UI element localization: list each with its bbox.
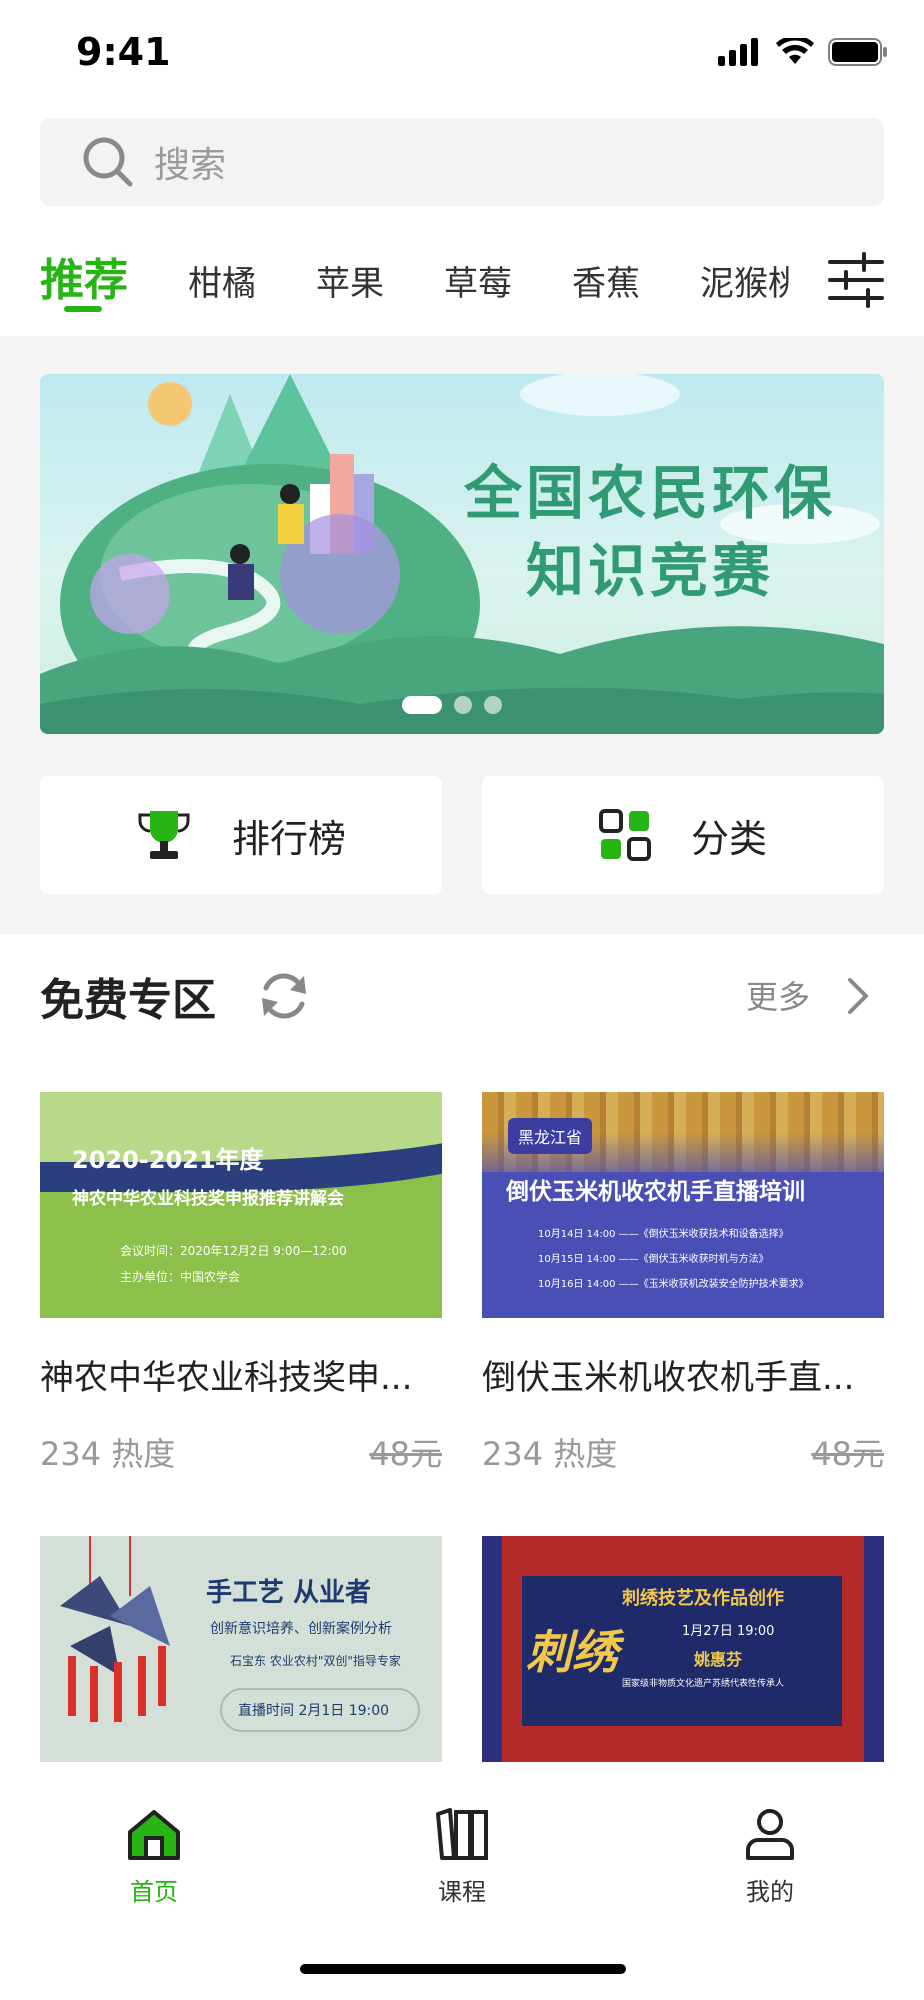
status-time: 9:41 bbox=[76, 30, 171, 74]
banner-dot[interactable] bbox=[454, 696, 472, 714]
featured-section: 全国农民环保 知识竞赛 排行榜 分类 bbox=[0, 336, 924, 934]
course-card[interactable]: 黑龙江省 倒伏玉米机收农机手直播培训 10月14日 14:00 ——《倒伏玉米收… bbox=[482, 1092, 884, 1475]
more-link[interactable]: 更多 bbox=[746, 972, 810, 1018]
cover-text: 创新意识培养、创新案例分析 bbox=[210, 1621, 392, 1637]
free-section-header: 免费专区 更多 bbox=[0, 934, 924, 1064]
cover-text: 会议时间：2020年12月2日 9:00—12:00 主办单位：中国农学会 bbox=[120, 1238, 347, 1290]
cover-text: 直播时间 2月1日 19:00 bbox=[220, 1688, 420, 1732]
filter-icon[interactable] bbox=[826, 250, 886, 310]
cover-text: 刺绣 bbox=[526, 1625, 618, 1679]
tabbar-label: 课程 bbox=[438, 1878, 486, 1906]
tabbar-label: 我的 bbox=[746, 1878, 794, 1906]
course-cover: 手工艺 从业者 创新意识培养、创新案例分析 石宝东 农业农村"双创"指导专家 直… bbox=[40, 1536, 442, 1762]
tabbar-home[interactable]: 首页 bbox=[74, 1808, 234, 1907]
refresh-icon[interactable] bbox=[258, 970, 310, 1022]
wifi-icon bbox=[776, 38, 814, 64]
ranking-button[interactable]: 排行榜 bbox=[40, 776, 442, 894]
course-cover: 刺绣 刺绣技艺及作品创作 1月27日 19:00 姚惠芬 国家级非物质文化遗产苏… bbox=[482, 1536, 884, 1762]
banner-dot-active[interactable] bbox=[402, 696, 442, 714]
cover-text: 1月27日 19:00 bbox=[682, 1624, 775, 1639]
course-meta: 234 热度 48元 bbox=[482, 1429, 884, 1475]
cover-text: 10月14日 14:00 ——《倒伏玉米收获技术和设备选择》 10月15日 14… bbox=[538, 1222, 809, 1297]
course-cover: 黑龙江省 倒伏玉米机收农机手直播培训 10月14日 14:00 ——《倒伏玉米收… bbox=[482, 1092, 884, 1318]
cover-text: 手工艺 从业者 bbox=[206, 1578, 372, 1608]
cover-text: 会议时间：2020年12月2日 9:00—12:00 bbox=[120, 1244, 347, 1258]
zongzi-illustration bbox=[60, 1536, 170, 1722]
banner-pagination bbox=[402, 696, 502, 714]
course-heat: 234 热度 bbox=[482, 1435, 618, 1473]
cover-text: 10月15日 14:00 ——《倒伏玉米收获时机与方法》 bbox=[538, 1254, 769, 1265]
course-title: 倒伏玉米机收农机手直... bbox=[482, 1358, 855, 1398]
tab-kiwi[interactable]: 泥猴桃 bbox=[700, 256, 790, 305]
search-placeholder: 搜索 bbox=[154, 145, 227, 186]
tab-banana[interactable]: 香蕉 bbox=[572, 256, 640, 305]
category-button[interactable]: 分类 bbox=[482, 776, 884, 894]
chevron-right-icon[interactable] bbox=[842, 976, 872, 1016]
category-tabs: 推荐 柑橘 苹果 草莓 香蕉 泥猴桃 bbox=[0, 236, 924, 336]
cover-text: 主办单位：中国农学会 bbox=[120, 1270, 241, 1284]
grid-icon bbox=[598, 809, 651, 861]
tab-citrus[interactable]: 柑橘 bbox=[188, 256, 256, 305]
course-card[interactable]: 手工艺 从业者 创新意识培养、创新案例分析 石宝东 农业农村"双创"指导专家 直… bbox=[40, 1536, 442, 1762]
home-icon bbox=[128, 1810, 180, 1860]
banner-title-line1: 全国农民环保 bbox=[463, 459, 836, 527]
home-indicator bbox=[300, 1964, 626, 1974]
course-card[interactable]: 2020-2021年度 神农中华农业科技奖申报推荐讲解会 会议时间：2020年1… bbox=[40, 1092, 442, 1475]
cover-text: 姚惠芬 bbox=[694, 1650, 743, 1669]
course-price: 48元 bbox=[369, 1435, 442, 1473]
cover-text: 2020-2021年度 bbox=[72, 1146, 264, 1174]
search-input[interactable]: 搜索 bbox=[40, 118, 884, 206]
course-meta: 234 热度 48元 bbox=[40, 1429, 442, 1475]
banner-title-line2: 知识竞赛 bbox=[525, 537, 774, 605]
status-bar: 9:41 bbox=[0, 0, 924, 110]
signal-icon bbox=[718, 38, 758, 66]
cover-text: 石宝东 农业农村"双创"指导专家 bbox=[230, 1654, 401, 1668]
cover-text: 神农中华农业科技奖申报推荐讲解会 bbox=[72, 1189, 344, 1209]
course-cover: 2020-2021年度 神农中华农业科技奖申报推荐讲解会 会议时间：2020年1… bbox=[40, 1092, 442, 1318]
search-icon bbox=[83, 137, 133, 187]
cover-text: 10月16日 14:00 ——《玉米收获机改装安全防护技术要求》 bbox=[538, 1279, 809, 1290]
tabbar-courses[interactable]: 课程 bbox=[382, 1808, 542, 1907]
tabbar-profile[interactable]: 我的 bbox=[690, 1808, 850, 1907]
book-icon bbox=[436, 1808, 488, 1860]
banner[interactable]: 全国农民环保 知识竞赛 bbox=[40, 374, 884, 734]
banner-title: 全国农民环保 知识竞赛 bbox=[440, 454, 860, 610]
cover-text: 倒伏玉米机收农机手直播培训 bbox=[506, 1179, 805, 1205]
cover-text: 刺绣技艺及作品创作 bbox=[622, 1588, 784, 1609]
tab-strawberry[interactable]: 草莓 bbox=[444, 256, 512, 305]
status-icons bbox=[718, 38, 888, 66]
course-title: 神农中华农业科技奖申... bbox=[40, 1358, 413, 1398]
course-heat: 234 热度 bbox=[40, 1435, 176, 1473]
battery-icon bbox=[828, 38, 887, 66]
tab-apple[interactable]: 苹果 bbox=[316, 256, 384, 305]
course-price: 48元 bbox=[811, 1435, 884, 1473]
category-label: 分类 bbox=[690, 816, 767, 861]
section-title: 免费专区 bbox=[40, 975, 216, 1026]
user-icon bbox=[746, 1809, 794, 1860]
tab-recommend[interactable]: 推荐 bbox=[40, 244, 128, 308]
cover-text: 国家级非物质文化遗产苏绣代表性传承人 bbox=[622, 1679, 785, 1689]
tabbar-label: 首页 bbox=[130, 1878, 178, 1906]
banner-dot[interactable] bbox=[484, 696, 502, 714]
cover-text: 10月14日 14:00 ——《倒伏玉米收获技术和设备选择》 bbox=[538, 1229, 789, 1240]
ranking-label: 排行榜 bbox=[231, 816, 346, 861]
tab-active-indicator bbox=[64, 306, 102, 312]
trophy-icon bbox=[138, 811, 190, 859]
cover-tag: 黑龙江省 bbox=[508, 1118, 593, 1154]
tabs-overflow-clip: 泥猴桃 bbox=[690, 236, 790, 336]
course-card[interactable]: 刺绣 刺绣技艺及作品创作 1月27日 19:00 姚惠芬 国家级非物质文化遗产苏… bbox=[482, 1536, 884, 1762]
